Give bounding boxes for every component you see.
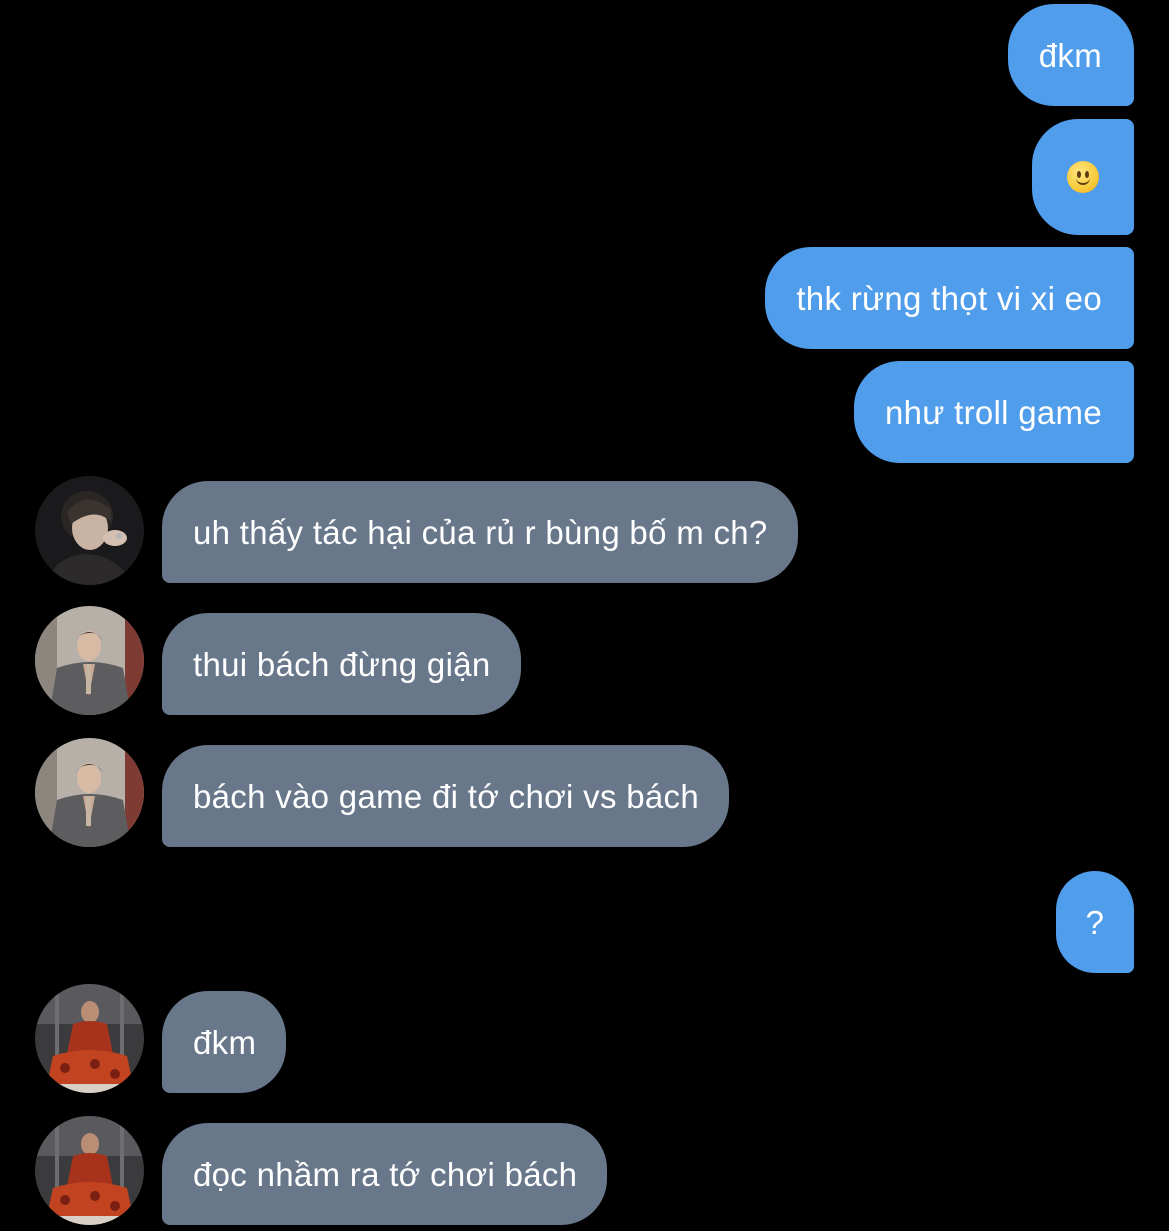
received-message-bubble[interactable]: thui bách đừng giận bbox=[162, 613, 521, 715]
message-text: đkm bbox=[1038, 36, 1102, 74]
contact-avatar[interactable] bbox=[35, 984, 144, 1093]
message-text: ? bbox=[1085, 903, 1105, 941]
contact-avatar-red-outfit-icon bbox=[35, 1116, 144, 1225]
message-thread: đkm thk rừng thọt vi xi eo như troll gam… bbox=[0, 0, 1169, 1231]
sent-message-bubble[interactable]: thk rừng thọt vi xi eo bbox=[765, 247, 1134, 349]
message-text: uh thấy tác hại của rủ r bùng bố m ch? bbox=[193, 513, 768, 551]
contact-avatar[interactable] bbox=[35, 1116, 144, 1225]
contact-avatar-grey-suit-icon bbox=[35, 738, 144, 847]
received-message-bubble[interactable]: đọc nhầm ra tớ chơi bách bbox=[162, 1123, 608, 1225]
contact-avatar[interactable] bbox=[35, 738, 144, 847]
contact-avatar[interactable] bbox=[35, 476, 144, 585]
received-message-bubble[interactable]: bách vào game đi tớ chơi vs bách bbox=[162, 745, 729, 847]
sent-message-bubble[interactable] bbox=[1032, 119, 1134, 235]
message-text: như troll game bbox=[884, 393, 1102, 431]
contact-avatar-grey-suit-icon bbox=[35, 606, 144, 715]
message-text: đọc nhầm ra tớ chơi bách bbox=[193, 1155, 578, 1193]
received-message-bubble[interactable]: uh thấy tác hại của rủ r bùng bố m ch? bbox=[162, 481, 798, 583]
slightly-smiling-face-emoji-icon bbox=[1067, 161, 1099, 193]
message-text: bách vào game đi tớ chơi vs bách bbox=[193, 777, 699, 815]
message-text: đkm bbox=[193, 1023, 257, 1061]
sent-message-bubble[interactable]: ? bbox=[1056, 871, 1134, 973]
sent-message-bubble[interactable]: như troll game bbox=[853, 361, 1134, 463]
contact-avatar[interactable] bbox=[35, 606, 144, 715]
message-text: thk rừng thọt vi xi eo bbox=[796, 279, 1102, 317]
sent-message-bubble[interactable]: đkm bbox=[1007, 4, 1134, 106]
contact-avatar-dark-portrait-icon bbox=[35, 476, 144, 585]
contact-avatar-red-outfit-icon bbox=[35, 984, 144, 1093]
message-text: thui bách đừng giận bbox=[193, 645, 491, 683]
received-message-bubble[interactable]: đkm bbox=[162, 991, 287, 1093]
